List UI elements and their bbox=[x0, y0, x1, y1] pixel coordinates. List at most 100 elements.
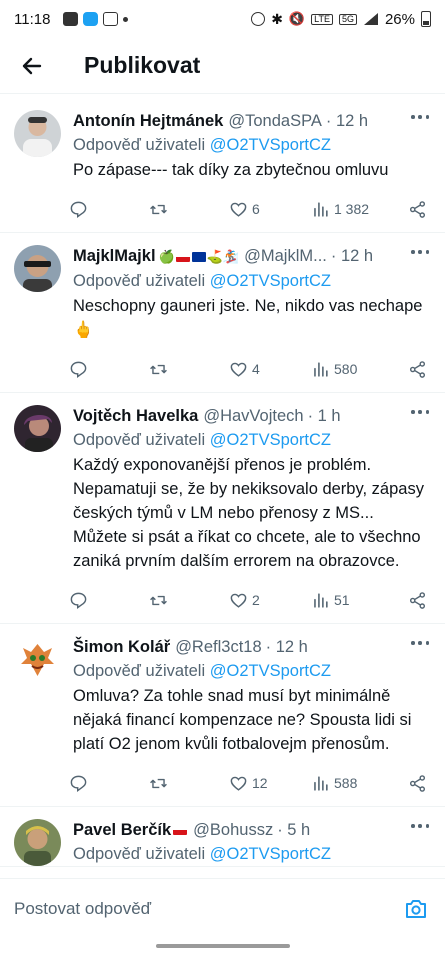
tweet[interactable]: MajklMajkl 🍏 ⛳🏂 @MajklM... · 12 h Odpověď… bbox=[0, 233, 445, 393]
share-icon bbox=[409, 200, 426, 218]
tweet[interactable]: Vojtěch Havelka @HavVojtech · 1 h Odpově… bbox=[0, 393, 445, 624]
signal-icon bbox=[363, 13, 378, 25]
author-handle[interactable]: @HavVojtech bbox=[203, 405, 303, 427]
arrow-left-icon bbox=[22, 57, 42, 74]
mute-icon: 🔇 bbox=[288, 11, 306, 26]
avatar[interactable] bbox=[14, 819, 61, 866]
mention-link[interactable]: @O2TVSportCZ bbox=[210, 662, 331, 680]
author-handle[interactable]: @TondaSPA bbox=[228, 110, 322, 132]
camera-button[interactable] bbox=[401, 894, 431, 924]
mention-link[interactable]: @O2TVSportCZ bbox=[210, 272, 331, 290]
more-options-button[interactable] bbox=[411, 640, 429, 646]
reply-prefix: Odpověď uživateli bbox=[73, 431, 206, 449]
reply-button[interactable] bbox=[69, 591, 149, 610]
like-button[interactable]: 12 bbox=[229, 774, 311, 793]
tweet-actions: 6 1 382 bbox=[69, 186, 431, 232]
views-button[interactable]: 580 bbox=[311, 360, 401, 379]
tweet-actions: 4 580 bbox=[69, 346, 431, 392]
share-button[interactable] bbox=[408, 200, 427, 219]
author-handle[interactable]: @Refl3ct18 bbox=[175, 636, 261, 658]
reply-button[interactable] bbox=[69, 360, 149, 379]
views-button[interactable]: 1 382 bbox=[311, 200, 401, 219]
apple-emoji-icon: 🍏 bbox=[158, 249, 175, 264]
avatar[interactable] bbox=[14, 110, 61, 157]
author-handle[interactable]: @MajklM... bbox=[244, 245, 327, 267]
tweet[interactable]: Šimon Kolář @Refl3ct18 · 12 h Odpověď už… bbox=[0, 624, 445, 807]
mention-link[interactable]: @O2TVSportCZ bbox=[210, 136, 331, 154]
author-name[interactable]: Antonín Hejtmánek bbox=[73, 110, 223, 132]
tweet-time[interactable]: · 1 h bbox=[308, 405, 341, 427]
reply-button[interactable] bbox=[69, 774, 149, 793]
status-time: 11:18 bbox=[14, 10, 51, 28]
tweet[interactable]: Pavel Berčík @Bohussz · 5 h Odpověď uživ… bbox=[0, 807, 445, 867]
more-options-button[interactable] bbox=[411, 823, 429, 829]
czech-flag-icon bbox=[175, 251, 190, 262]
views-button[interactable]: 51 bbox=[311, 591, 401, 610]
reply-icon bbox=[70, 361, 87, 378]
like-button[interactable]: 6 bbox=[229, 200, 311, 219]
author-name[interactable]: Šimon Kolář bbox=[73, 636, 170, 658]
tweet-time[interactable]: · 5 h bbox=[277, 819, 310, 841]
tweet[interactable]: Antonín Hejtmánek @TondaSPA · 12 h Odpov… bbox=[0, 98, 445, 233]
network-type: 5G bbox=[338, 13, 357, 25]
tweet-time[interactable]: · 12 h bbox=[266, 636, 308, 658]
share-icon bbox=[409, 591, 426, 609]
reply-prefix: Odpověď uživateli bbox=[73, 272, 206, 290]
avatar[interactable] bbox=[14, 405, 61, 452]
repost-button[interactable] bbox=[149, 591, 229, 610]
repost-icon bbox=[150, 595, 167, 605]
battery-percent: 26% bbox=[384, 10, 415, 28]
analytics-icon bbox=[314, 775, 328, 791]
heart-icon bbox=[230, 593, 247, 608]
heart-icon bbox=[230, 202, 247, 217]
replies-feed[interactable]: Antonín Hejtmánek @TondaSPA · 12 h Odpov… bbox=[0, 98, 445, 878]
reply-button[interactable] bbox=[69, 200, 149, 219]
author-name[interactable]: Pavel Berčík bbox=[73, 819, 171, 841]
more-notifications-icon bbox=[123, 16, 129, 22]
author-handle[interactable]: @Bohussz bbox=[193, 819, 273, 841]
avatar[interactable] bbox=[14, 636, 61, 683]
back-button[interactable] bbox=[0, 38, 64, 94]
like-count: 2 bbox=[252, 592, 260, 608]
mention-link[interactable]: @O2TVSportCZ bbox=[210, 845, 331, 863]
author-name[interactable]: Vojtěch Havelka bbox=[73, 405, 198, 427]
status-bar: 11:18 ✱ 🔇 LTE 5G 26% bbox=[0, 0, 445, 38]
more-options-button[interactable] bbox=[411, 114, 429, 120]
like-count: 12 bbox=[252, 775, 268, 791]
like-button[interactable]: 4 bbox=[229, 360, 311, 379]
reply-input[interactable]: Postovat odpověď bbox=[14, 899, 401, 919]
author-name[interactable]: MajklMajkl bbox=[73, 245, 156, 267]
more-options-button[interactable] bbox=[411, 249, 429, 255]
repost-button[interactable] bbox=[149, 360, 229, 379]
camera-icon bbox=[406, 899, 426, 918]
more-options-button[interactable] bbox=[411, 409, 429, 415]
analytics-icon bbox=[314, 592, 328, 608]
reply-icon bbox=[70, 201, 87, 218]
tweet-time[interactable]: · 12 h bbox=[331, 245, 373, 267]
heart-icon bbox=[230, 362, 247, 377]
app-notification-icon bbox=[83, 12, 99, 26]
repost-button[interactable] bbox=[149, 200, 229, 219]
reply-context: Odpověď uživateli @O2TVSportCZ bbox=[73, 134, 431, 156]
tweet-actions: 2 51 bbox=[69, 577, 431, 623]
share-button[interactable] bbox=[408, 774, 427, 793]
reply-context: Odpověď uživateli @O2TVSportCZ bbox=[73, 270, 431, 292]
views-button[interactable]: 588 bbox=[311, 774, 401, 793]
tweet-time[interactable]: · 12 h bbox=[326, 110, 368, 132]
reply-prefix: Odpověď uživateli bbox=[73, 136, 206, 154]
mention-link[interactable]: @O2TVSportCZ bbox=[210, 431, 331, 449]
gmail-icon bbox=[103, 12, 119, 26]
tweet-text: Každý exponovanější přenos je problém. N… bbox=[73, 456, 429, 570]
reply-prefix: Odpověď uživateli bbox=[73, 845, 206, 863]
like-button[interactable]: 2 bbox=[229, 591, 311, 610]
tweet-actions: 12 588 bbox=[69, 760, 431, 806]
share-button[interactable] bbox=[408, 360, 427, 379]
repost-icon bbox=[150, 364, 167, 374]
avatar[interactable] bbox=[14, 245, 61, 292]
reply-icon bbox=[70, 775, 87, 792]
share-button[interactable] bbox=[408, 591, 427, 610]
page-title: Publikovat bbox=[84, 52, 201, 78]
repost-icon bbox=[150, 778, 167, 788]
home-indicator[interactable] bbox=[156, 944, 290, 948]
repost-button[interactable] bbox=[149, 774, 229, 793]
